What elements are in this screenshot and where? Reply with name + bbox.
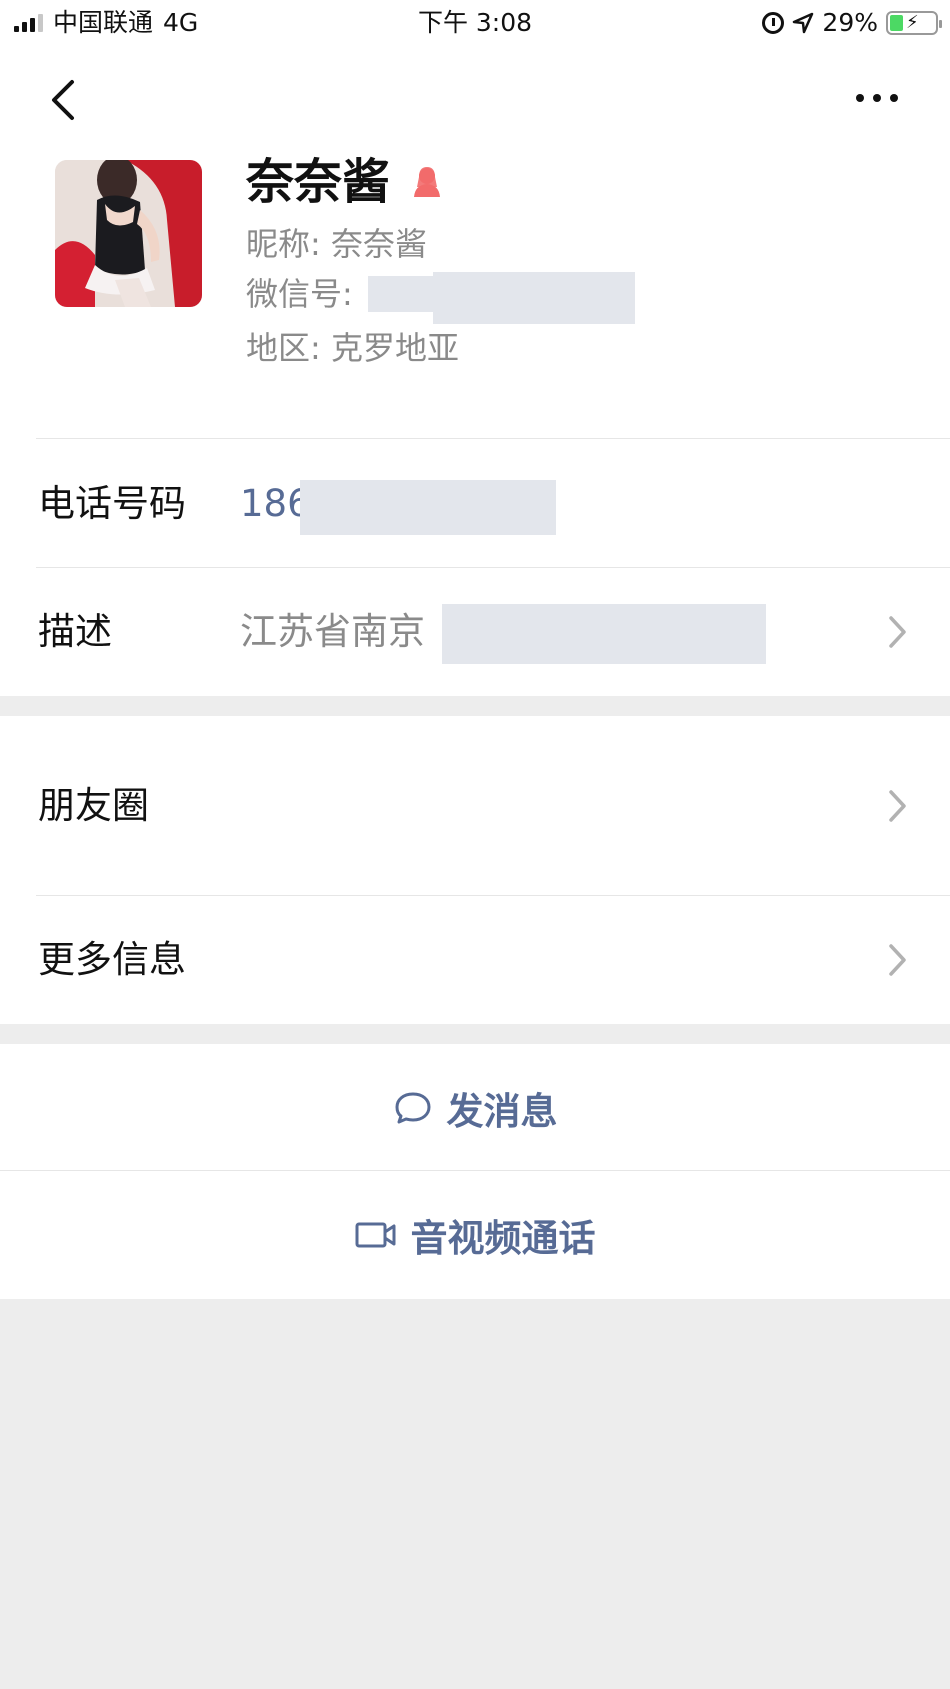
redacted-phone [300, 480, 556, 535]
chevron-right-icon [888, 614, 908, 650]
charging-bolt-icon: ⚡ [906, 12, 919, 33]
battery-percent: 29% [822, 8, 878, 37]
more-info-row[interactable]: 更多信息 [0, 896, 950, 1024]
video-call-label: 音视频通话 [410, 1216, 596, 1260]
video-camera-icon [355, 1220, 397, 1250]
display-name: 奈奈酱 [246, 154, 391, 210]
nav-bar [0, 50, 950, 150]
more-info-label: 更多信息 [38, 938, 186, 981]
info-section: 电话号码 186 描述 江苏省南京 [0, 440, 950, 696]
female-person-icon [410, 165, 444, 203]
moments-label: 朋友圈 [38, 784, 149, 827]
battery-fill [890, 15, 903, 31]
links-section: 朋友圈 更多信息 [0, 716, 950, 1024]
region-line: 地区: 克罗地亚 [246, 326, 459, 370]
profile-header: 奈奈酱 昵称: 奈奈酱 微信号: 地区: 克罗地亚 [0, 150, 950, 440]
description-label: 描述 [38, 610, 112, 653]
chat-bubble-icon [393, 1090, 433, 1126]
phone-label: 电话号码 [38, 482, 186, 525]
status-time: 下午 3:08 [417, 8, 533, 37]
chevron-right-icon [888, 788, 908, 824]
region-label: 地区: [246, 329, 321, 367]
actions-section: 发消息 音视频通话 [0, 1044, 950, 1299]
chevron-right-icon [888, 942, 908, 978]
status-bar: 中国联通 4G 下午 3:08 29% ⚡ [0, 0, 950, 50]
alarm-icon [762, 12, 785, 34]
profile-divider [36, 438, 950, 439]
location-arrow-icon [792, 12, 814, 34]
nickname-line: 昵称: 奈奈酱 [246, 222, 427, 266]
avatar[interactable] [55, 160, 202, 307]
description-value: 江苏省南京 [240, 610, 425, 653]
video-call-button[interactable]: 音视频通话 [0, 1171, 950, 1298]
send-message-label: 发消息 [446, 1089, 558, 1133]
wechat-id-label: 微信号: [246, 275, 353, 313]
name-row: 奈奈酱 [246, 150, 444, 214]
status-right: 29% ⚡ [762, 8, 942, 38]
battery-icon: ⚡ [886, 11, 942, 35]
description-row[interactable]: 描述 江苏省南京 [0, 568, 950, 696]
redacted-wechat-id-block [433, 272, 635, 324]
nickname-value: 奈奈酱 [330, 225, 427, 263]
redacted-description [442, 604, 766, 664]
send-message-button[interactable]: 发消息 [0, 1044, 950, 1171]
chevron-left-icon[interactable] [44, 76, 84, 124]
ellipsis-icon[interactable] [856, 94, 898, 102]
wechat-id-line: 微信号: [246, 272, 353, 316]
region-value: 克罗地亚 [330, 329, 459, 367]
moments-row[interactable]: 朋友圈 [0, 716, 950, 896]
phone-row[interactable]: 电话号码 186 [0, 440, 950, 568]
nickname-label: 昵称: [246, 225, 321, 263]
